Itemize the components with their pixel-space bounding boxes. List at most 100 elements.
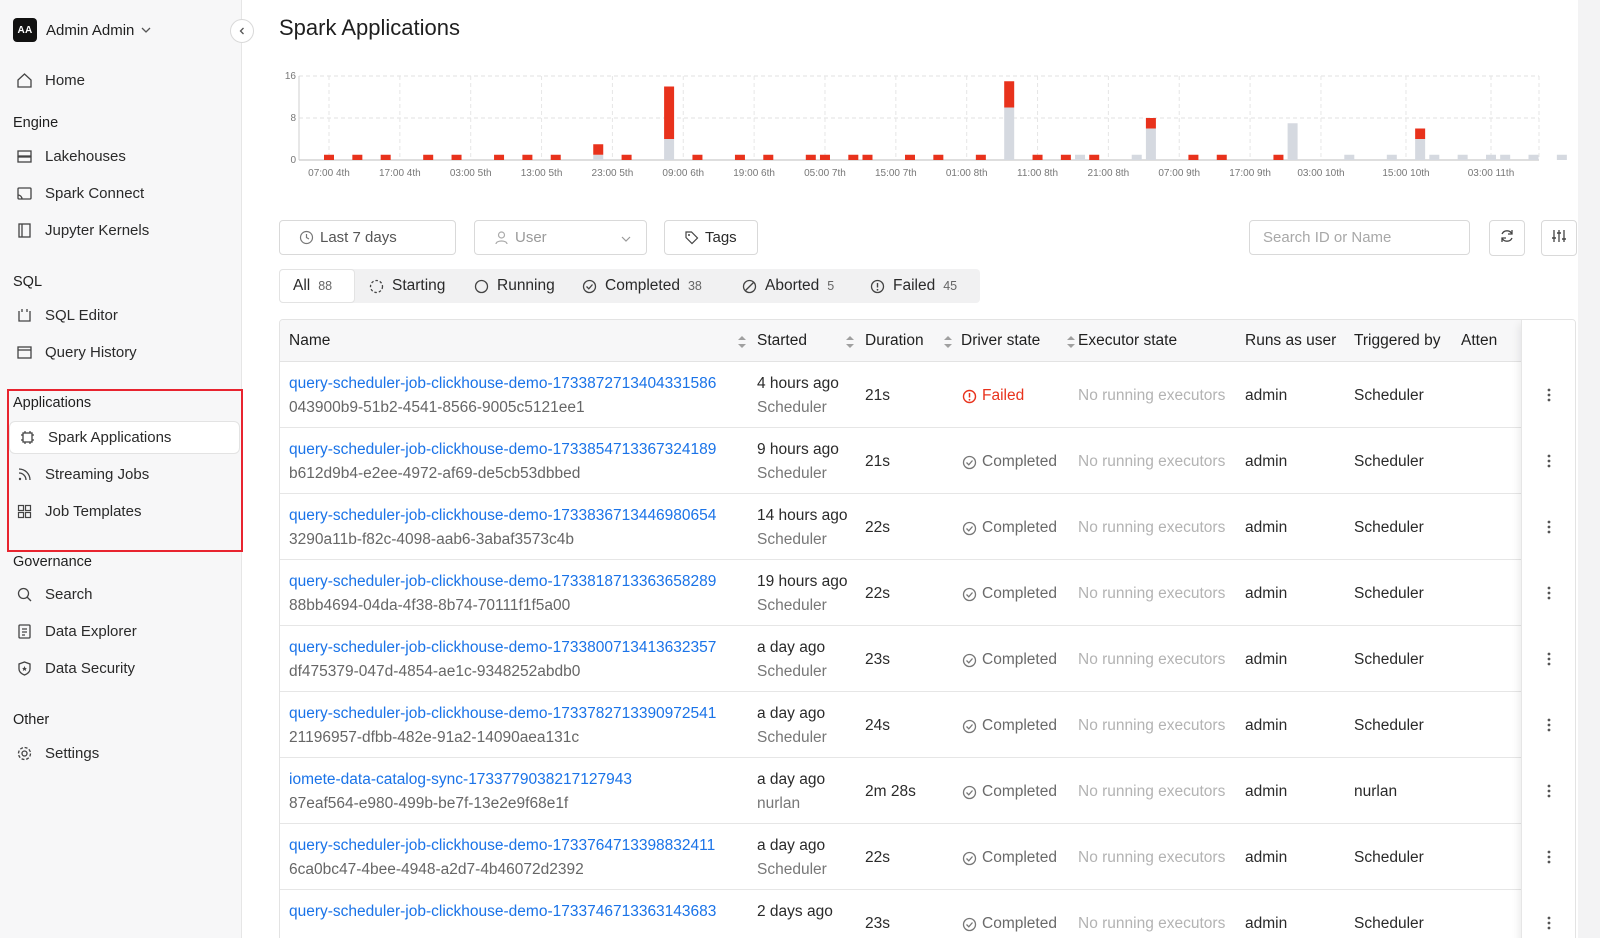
triggered-by: Scheduler (1354, 453, 1424, 470)
search-icon (15, 586, 33, 604)
sidebar-item-data-explorer[interactable]: Data Explorer (7, 615, 239, 648)
table-row[interactable]: query-scheduler-job-clickhouse-demo-1733… (280, 626, 1575, 692)
bar-success (1145, 128, 1156, 160)
bar-success (664, 139, 675, 160)
bar-failed (1004, 81, 1015, 108)
started-by: Scheduler (757, 663, 827, 680)
tags-filter-button[interactable]: Tags (664, 220, 758, 255)
sidebar-item-job-templates[interactable]: Job Templates (7, 495, 239, 528)
app-name-link[interactable]: query-scheduler-job-clickhouse-demo-1733… (289, 375, 716, 393)
more-options-icon[interactable] (1542, 649, 1556, 669)
applications-chart: 16 8 0 07:00 4th 17:00 4th 03:00 5th 13:00 5th… (285, 71, 1589, 179)
tab-running[interactable]: Running (473, 269, 555, 303)
driver-state-label: Completed (982, 915, 1057, 932)
column-header-duration[interactable]: Duration (865, 320, 924, 362)
sort-icon[interactable] (1066, 334, 1076, 350)
more-options-icon[interactable] (1542, 913, 1556, 933)
x-tick-label: 19:00 6th (733, 168, 775, 179)
sidebar-item-streaming-jobs[interactable]: Streaming Jobs (7, 458, 239, 491)
started-time: a day ago (757, 837, 826, 854)
column-header-started[interactable]: Started (757, 320, 807, 362)
sort-icon[interactable] (737, 334, 747, 350)
collapse-sidebar-button[interactable] (230, 19, 254, 43)
app-id: b612d9b4-e2ee-4972-af69-de5cb53dbbed (289, 465, 581, 482)
runs-as-user: admin (1245, 387, 1288, 404)
table-row[interactable]: query-scheduler-job-clickhouse-demo-1733… (280, 560, 1575, 626)
tab-starting[interactable]: Starting (368, 269, 445, 303)
avatar: AA (13, 18, 37, 42)
started-by: Scheduler (757, 531, 827, 548)
tab-aborted[interactable]: Aborted 5 (741, 269, 834, 303)
app-id: 88bb4694-04da-4f38-8b74-70111f1f5a00 (289, 597, 571, 614)
duration: 23s (865, 915, 890, 932)
bar-failed (1415, 128, 1426, 139)
chevron-left-icon (237, 23, 247, 40)
grid-icon (15, 503, 33, 521)
driver-state-label: Completed (982, 717, 1057, 734)
app-name-link[interactable]: query-scheduler-job-clickhouse-demo-1733… (289, 507, 716, 525)
table-row[interactable]: query-scheduler-job-clickhouse-demo-1733… (280, 362, 1575, 428)
column-settings-button[interactable] (1541, 220, 1577, 256)
app-name-link[interactable]: query-scheduler-job-clickhouse-demo-1733… (289, 705, 716, 723)
table-row[interactable]: iomete-data-catalog-sync-173377903821712… (280, 758, 1575, 824)
sort-icon[interactable] (845, 334, 855, 350)
driver-state: Completed (961, 849, 1057, 867)
table-row[interactable]: query-scheduler-job-clickhouse-demo-1733… (280, 890, 1575, 938)
column-header-name[interactable]: Name (289, 320, 330, 362)
runs-as-user: admin (1245, 783, 1288, 800)
nav-section-engine: Engine (13, 115, 59, 131)
check-circle-icon (961, 850, 977, 866)
table-row[interactable]: query-scheduler-job-clickhouse-demo-1733… (280, 692, 1575, 758)
sidebar-item-query-history[interactable]: Query History (7, 336, 239, 369)
sidebar-item-settings[interactable]: Settings (7, 737, 239, 770)
sidebar-item-data-security[interactable]: Data Security (7, 652, 239, 685)
tab-failed[interactable]: Failed 45 (869, 269, 957, 303)
bar-failed (593, 144, 604, 155)
tab-count: 38 (687, 279, 702, 293)
table-row[interactable]: query-scheduler-job-clickhouse-demo-1733… (280, 494, 1575, 560)
ban-icon (741, 278, 757, 294)
sidebar-item-home[interactable]: Home (7, 64, 239, 97)
sidebar-item-jupyter[interactable]: Jupyter Kernels (7, 214, 239, 247)
tab-completed[interactable]: Completed 38 (581, 269, 702, 303)
more-options-icon[interactable] (1542, 385, 1556, 405)
app-name-link[interactable]: iomete-data-catalog-sync-173377903821712… (289, 771, 632, 789)
x-tick-label: 07:00 9th (1158, 168, 1200, 179)
search-input[interactable] (1250, 221, 1469, 254)
more-options-icon[interactable] (1542, 583, 1556, 603)
app-name-link[interactable]: query-scheduler-job-clickhouse-demo-1733… (289, 441, 716, 459)
check-circle-icon (961, 916, 977, 932)
time-range-filter[interactable]: Last 7 days (279, 220, 456, 255)
more-options-icon[interactable] (1542, 781, 1556, 801)
bar-success (593, 154, 604, 160)
sidebar-item-sql-editor[interactable]: SQL Editor (7, 299, 239, 332)
sidebar-item-lakehouses[interactable]: Lakehouses (7, 140, 239, 173)
more-options-icon[interactable] (1542, 517, 1556, 537)
sidebar-item-spark-connect[interactable]: Spark Connect (7, 177, 239, 210)
refresh-button[interactable] (1489, 220, 1525, 256)
app-name-link[interactable]: query-scheduler-job-clickhouse-demo-1733… (289, 573, 716, 591)
user-menu[interactable]: AA Admin Admin (13, 18, 152, 42)
table-row[interactable]: query-scheduler-job-clickhouse-demo-1733… (280, 824, 1575, 890)
sidebar-item-spark-applications[interactable]: Spark Applications (9, 421, 240, 454)
code-editor-icon (15, 307, 33, 325)
table-row[interactable]: query-scheduler-job-clickhouse-demo-1733… (280, 428, 1575, 494)
runs-as-user: admin (1245, 717, 1288, 734)
user-filter[interactable]: User (474, 220, 647, 255)
column-header-driver-state[interactable]: Driver state (961, 320, 1040, 362)
triggered-by: Scheduler (1354, 519, 1424, 536)
sidebar-item-search[interactable]: Search (7, 578, 239, 611)
sort-icon[interactable] (943, 334, 953, 350)
more-options-icon[interactable] (1542, 451, 1556, 471)
executor-state: No running executors (1078, 849, 1226, 866)
tab-all[interactable]: All 88 (279, 269, 355, 303)
app-name-link[interactable]: query-scheduler-job-clickhouse-demo-1733… (289, 837, 715, 855)
more-options-icon[interactable] (1542, 715, 1556, 735)
triggered-by: Scheduler (1354, 717, 1424, 734)
bar-success (1075, 154, 1086, 160)
bar-failed (763, 154, 774, 160)
more-options-icon[interactable] (1542, 847, 1556, 867)
app-name-link[interactable]: query-scheduler-job-clickhouse-demo-1733… (289, 639, 716, 657)
duration: 23s (865, 651, 890, 668)
app-name-link[interactable]: query-scheduler-job-clickhouse-demo-1733… (289, 903, 716, 921)
